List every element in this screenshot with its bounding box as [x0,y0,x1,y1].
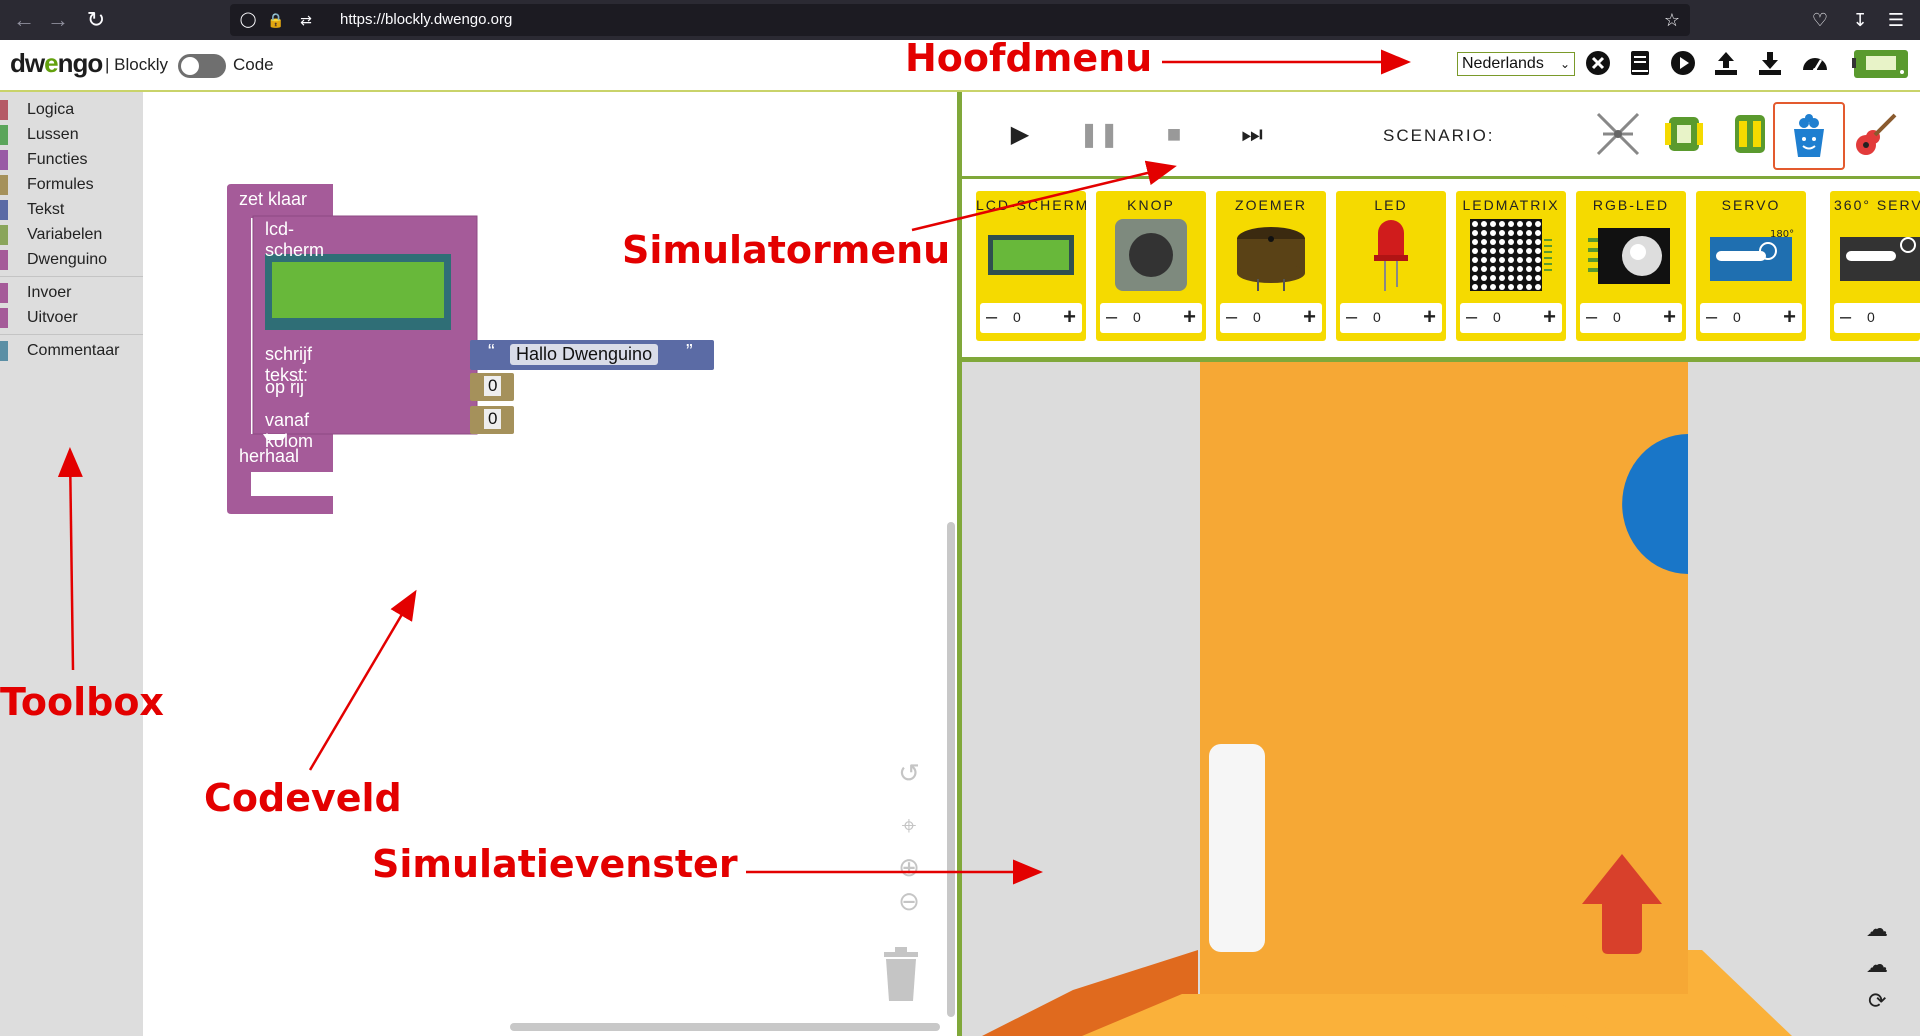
annotation-codeveld: Codeveld [204,776,402,820]
annotation-hoofdmenu: Hoofdmenu [905,36,1153,80]
annotation-arrows [57,49,1411,885]
annotation-toolbox: Toolbox [0,680,164,724]
annotation-simulatormenu: Simulatormenu [622,228,951,272]
annotation-simulatievenster: Simulatievenster [372,842,738,886]
